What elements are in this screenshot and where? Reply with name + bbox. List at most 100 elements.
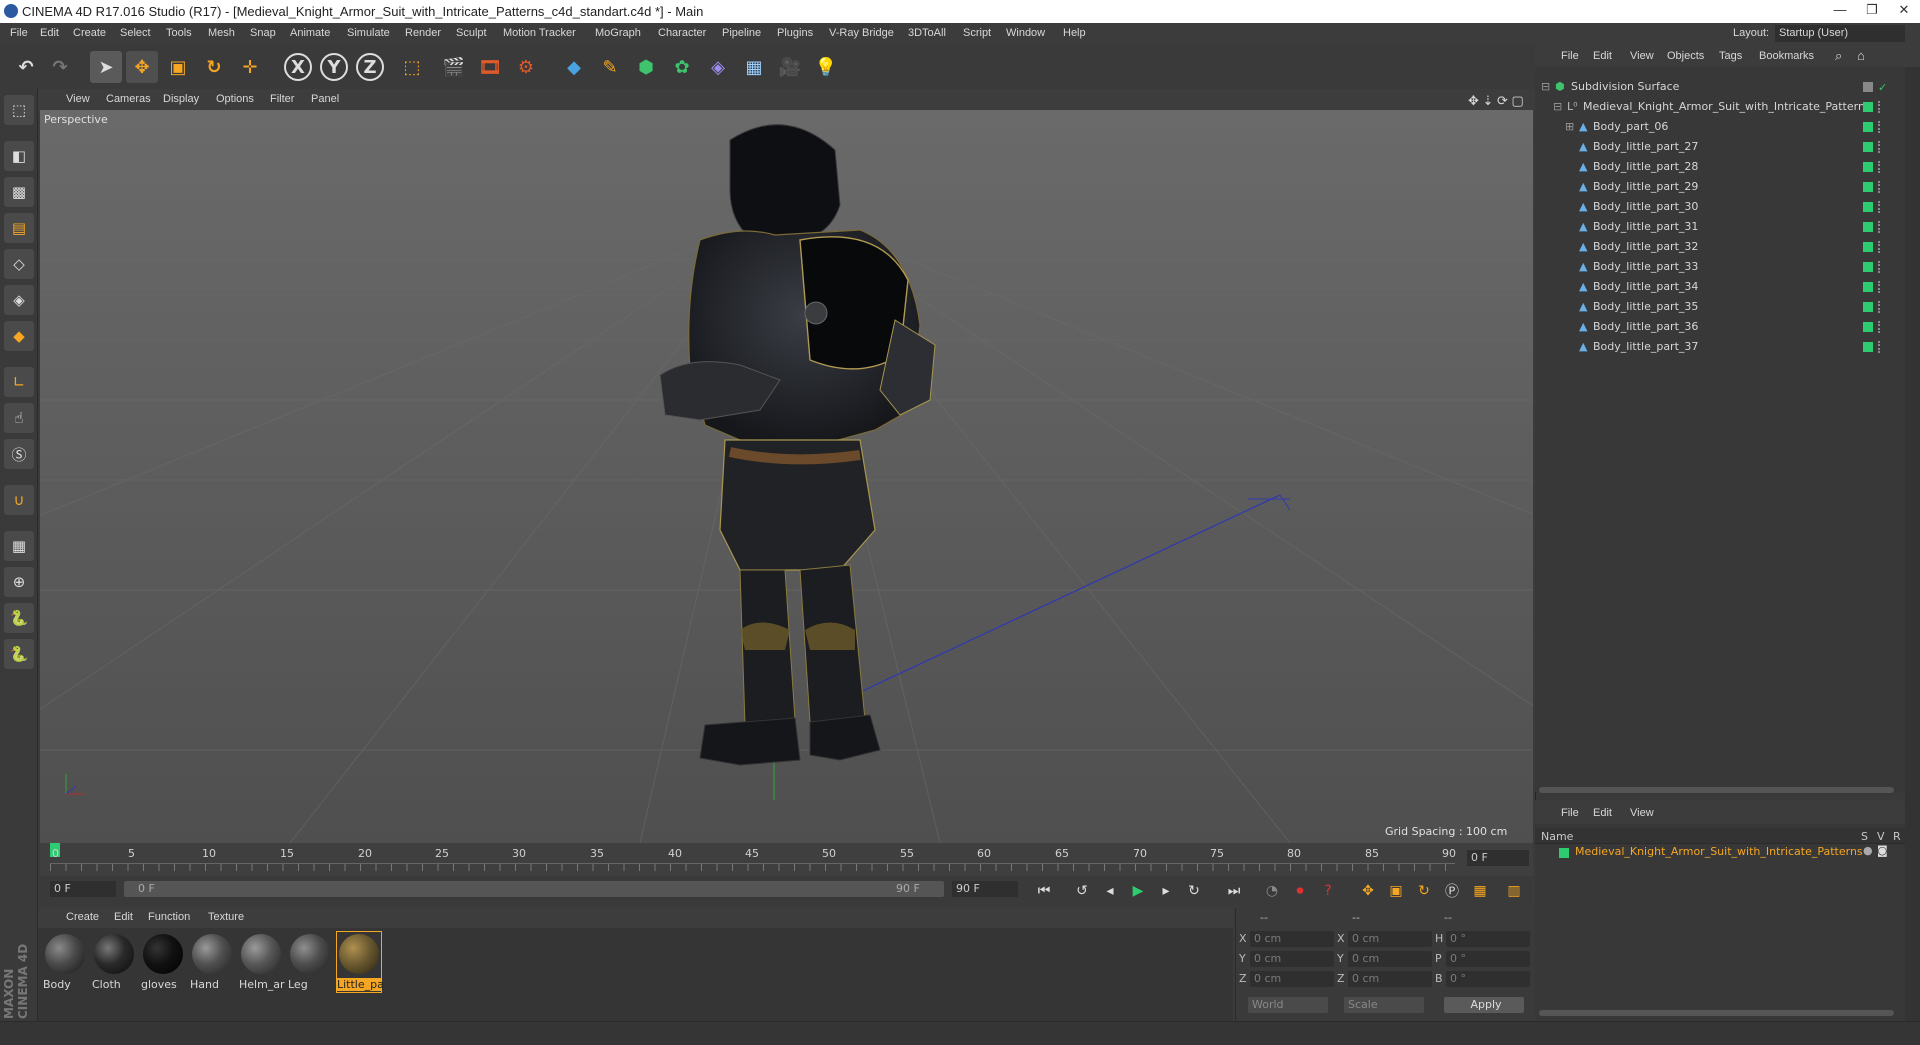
subdivision-icon[interactable]: ⬢ (630, 51, 662, 83)
tree-item[interactable]: ▲ Body_little_part_28 (1535, 157, 1905, 177)
menu-script[interactable]: Script (963, 27, 991, 39)
undo-icon[interactable]: ↶ (10, 51, 42, 83)
layer-color-tag[interactable] (1863, 122, 1873, 132)
key-pla-icon[interactable]: ▦ (1468, 879, 1492, 903)
attribute-side-tabs[interactable] (1905, 67, 1920, 1021)
tree-item[interactable]: ▲ Body_little_part_36 (1535, 317, 1905, 337)
enabled-check-icon[interactable]: ✓ (1878, 81, 1887, 94)
end-frame-field[interactable]: 90 F (952, 881, 1018, 897)
frame-range-slider[interactable]: 0 F 90 F (124, 881, 944, 897)
objects-menu-tags[interactable]: Tags (1719, 50, 1742, 62)
position-y-field[interactable]: 0 cm (1250, 951, 1334, 967)
edges-mode-icon[interactable]: ◈ (4, 285, 34, 315)
layer-color-tag[interactable] (1863, 242, 1873, 252)
y-axis-icon[interactable]: Y (320, 53, 348, 81)
position-x-field[interactable]: 0 cm (1250, 931, 1334, 947)
expand-icon[interactable]: ⊞ (1565, 120, 1574, 133)
visibility-toggle[interactable] (1863, 82, 1873, 92)
layer-color-tag[interactable] (1863, 222, 1873, 232)
layout-dropdown[interactable]: Startup (User) (1775, 25, 1905, 42)
menu-select[interactable]: Select (120, 27, 151, 39)
menu-plugins[interactable]: Plugins (777, 27, 813, 39)
home-icon[interactable]: ⌂ (1857, 48, 1865, 63)
scale-icon[interactable]: ▣ (162, 51, 194, 83)
tree-item[interactable]: ▲ Body_little_part_34 (1535, 277, 1905, 297)
collapse-icon[interactable]: ⊟ (1541, 80, 1550, 93)
material-swatch[interactable]: Cloth (92, 932, 136, 992)
snap-magnet-icon[interactable]: ∪ (4, 485, 34, 515)
layer-color-tag[interactable] (1863, 162, 1873, 172)
tree-item[interactable]: ▲ Body_little_part_35 (1535, 297, 1905, 317)
visibility-dots[interactable] (1878, 281, 1883, 293)
minimize-button[interactable]: — (1826, 2, 1854, 20)
collapse-icon[interactable]: ⊟ (1553, 100, 1562, 113)
objects-menu-bookmarks[interactable]: Bookmarks (1759, 50, 1814, 62)
apply-button[interactable]: Apply (1444, 997, 1524, 1013)
maximize-button[interactable]: ❐ (1858, 2, 1886, 20)
menu-3dtoall[interactable]: 3DToAll (908, 27, 946, 39)
viewport-nav-icon[interactable]: ✥ ⇣ ⟳ ▢ (1468, 93, 1524, 109)
objects-menu-objects[interactable]: Objects (1667, 50, 1704, 62)
polygons-mode-icon[interactable]: ◆ (4, 321, 34, 351)
viewport-menu-filter[interactable]: Filter (270, 93, 294, 105)
layer-color-tag[interactable] (1863, 102, 1873, 112)
tree-item[interactable]: ▲ Body_little_part_27 (1535, 137, 1905, 157)
size-z-field[interactable]: 0 cm (1348, 971, 1432, 987)
material-menu-texture[interactable]: Texture (208, 911, 244, 923)
rotate-icon[interactable]: ↻ (198, 51, 230, 83)
layer-color-tag[interactable] (1863, 142, 1873, 152)
rotation-h-field[interactable]: 0 ° (1446, 931, 1530, 947)
material-swatch[interactable]: Hand (190, 932, 234, 992)
deformer-icon[interactable]: ◈ (702, 51, 734, 83)
size-y-field[interactable]: 0 cm (1348, 951, 1432, 967)
previous-frame-icon[interactable]: ◂ (1098, 879, 1122, 903)
cube-icon[interactable]: ◆ (558, 51, 590, 83)
layer-color-swatch[interactable] (1559, 848, 1569, 858)
cloner-icon[interactable]: ✿ (666, 51, 698, 83)
python-icon[interactable]: 🐍 (4, 603, 34, 633)
workplane-icon[interactable]: ▤ (4, 213, 34, 243)
menu-mesh[interactable]: Mesh (208, 27, 235, 39)
timeline-ruler[interactable]: 0 5 10 15 20 25 30 35 40 45 50 55 60 65 … (40, 843, 1533, 876)
layer-color-tag[interactable] (1863, 302, 1873, 312)
go-to-end-icon[interactable]: ⏭ (1222, 879, 1246, 903)
render-picture-viewer-icon[interactable]: 🎞 (474, 51, 506, 83)
menu-window[interactable]: Window (1006, 27, 1045, 39)
pen-spline-icon[interactable]: ✎ (594, 51, 626, 83)
viewport-menu-panel[interactable]: Panel (311, 93, 339, 105)
menu-render[interactable]: Render (405, 27, 441, 39)
points-mode-icon[interactable]: ◇ (4, 249, 34, 279)
visibility-dots[interactable] (1878, 341, 1883, 353)
objects-menu-file[interactable]: File (1561, 50, 1579, 62)
world-dropdown[interactable]: World (1248, 997, 1328, 1013)
key-rotation-icon[interactable]: ↻ (1412, 879, 1436, 903)
search-icon[interactable]: ⌕ (1835, 48, 1842, 64)
viewport-menu-display[interactable]: Display (163, 93, 199, 105)
menu-sculpt[interactable]: Sculpt (456, 27, 487, 39)
layer-color-tag[interactable] (1863, 282, 1873, 292)
viewport-menu-cameras[interactable]: Cameras (106, 93, 151, 105)
horizontal-scrollbar[interactable] (1539, 787, 1894, 793)
layer-name[interactable]: Medieval_Knight_Armor_Suit_with_Intricat… (1575, 845, 1863, 858)
tree-item[interactable]: ▲ Body_little_part_29 (1535, 177, 1905, 197)
visibility-dots[interactable] (1878, 321, 1883, 333)
timeline-window-icon[interactable]: ▥ (1502, 879, 1526, 903)
menu-mograph[interactable]: MoGraph (595, 27, 641, 39)
python-script-icon[interactable]: 🐍 (4, 639, 34, 669)
material-swatch[interactable]: Helm_ar (239, 932, 285, 992)
menu-file[interactable]: File (10, 27, 28, 39)
rotation-b-field[interactable]: 0 ° (1446, 971, 1530, 987)
motion-record-icon[interactable]: ◔ (1260, 879, 1284, 903)
menu-create[interactable]: Create (73, 27, 106, 39)
layers-menu-view[interactable]: View (1630, 807, 1654, 819)
visibility-dots[interactable] (1878, 201, 1883, 213)
3d-viewport[interactable]: Perspective Grid Spacing : 100 cm (40, 110, 1533, 843)
select-arrow-icon[interactable]: ➤ (90, 51, 122, 83)
current-frame-field[interactable]: 0 F (1467, 850, 1529, 866)
menu-tools[interactable]: Tools (166, 27, 192, 39)
tree-item[interactable]: ▲ Body_little_part_31 (1535, 217, 1905, 237)
layers-menu-edit[interactable]: Edit (1593, 807, 1612, 819)
layer-color-tag[interactable] (1863, 322, 1873, 332)
menu-animate[interactable]: Animate (290, 27, 330, 39)
material-menu-create[interactable]: Create (66, 911, 99, 923)
